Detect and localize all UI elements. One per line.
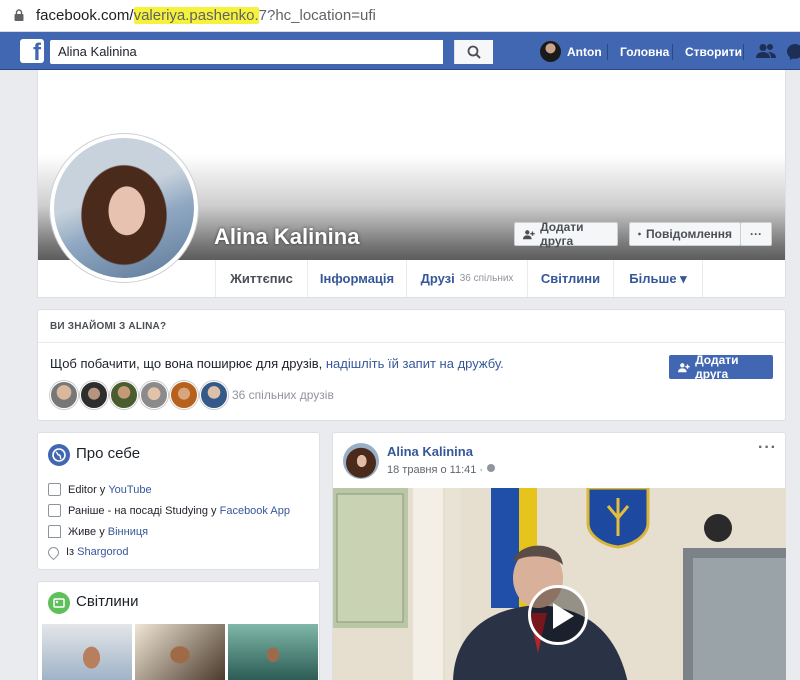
- nav-divider: [672, 44, 673, 60]
- globe-icon: [48, 444, 70, 466]
- briefcase-icon: [48, 504, 61, 517]
- tab-friends-label: Друзі: [420, 271, 455, 286]
- intro-item-link[interactable]: Facebook App: [220, 505, 290, 517]
- mutual-friend-avatar[interactable]: [140, 381, 168, 409]
- browser-address-bar[interactable]: facebook.com/valeriya.pashenko.7?hc_loca…: [0, 0, 800, 32]
- intro-item-link[interactable]: Вінниця: [108, 526, 148, 538]
- mutual-friend-avatar[interactable]: [170, 381, 198, 409]
- know-text: Щоб побачити, що вона поширює для друзів…: [50, 356, 504, 371]
- tab-photos-label: Світлини: [540, 271, 601, 286]
- intro-item-text: Раніше - на посаді Studying у: [68, 504, 220, 517]
- search-value: Alina Kalinina: [58, 44, 137, 59]
- nav-divider: [607, 44, 608, 60]
- nav-create-link[interactable]: Створити: [685, 45, 742, 59]
- intro-item-previous-work: Раніше - на посаді Studying у Facebook A…: [48, 504, 290, 517]
- post-video[interactable]: [333, 488, 786, 680]
- photos-icon: [48, 592, 70, 614]
- tab-friends[interactable]: Друзі 36 спільних: [406, 260, 527, 297]
- facebook-header: f Alina Kalinina Anton Головна Створити: [0, 32, 800, 70]
- profile-picture[interactable]: [50, 134, 198, 282]
- tab-about-label: Інформація: [319, 271, 395, 286]
- photo-thumbnail[interactable]: [42, 624, 132, 680]
- tab-friends-mutual-count: 36 спільних: [459, 273, 514, 284]
- know-card: ВИ ЗНАЙОМІ З ALINA? Щоб побачити, що вон…: [37, 309, 786, 421]
- tab-more[interactable]: Більше ▾: [613, 260, 703, 297]
- post-time-text: 18 травня о 11:41 ·: [387, 464, 487, 476]
- tab-timeline[interactable]: Життєпис: [215, 260, 307, 297]
- intro-item-lives-in: Живе у Вінниця: [48, 525, 148, 538]
- url-rest: 7?hc_location=ufi: [258, 7, 376, 24]
- send-request-link[interactable]: надішліть їй запит на дружбу.: [326, 356, 504, 371]
- divider: [38, 342, 785, 343]
- url-host: facebook.com/: [36, 7, 134, 24]
- messenger-icon: [638, 232, 641, 236]
- photo-thumbnail[interactable]: [228, 624, 318, 680]
- intro-item-text: Editor у: [68, 483, 109, 496]
- globe-icon: [487, 464, 496, 472]
- search-icon: [467, 45, 481, 59]
- lock-icon: [14, 9, 24, 21]
- know-add-friend-button[interactable]: Додати друга: [669, 353, 773, 381]
- profile-more-button[interactable]: ···: [740, 222, 772, 246]
- mutual-friends-count[interactable]: 36 спільних друзів: [232, 388, 334, 402]
- message-label: Повідомлення: [646, 227, 732, 241]
- avatar[interactable]: [343, 443, 379, 479]
- mutual-friend-avatar[interactable]: [50, 381, 78, 409]
- tab-photos[interactable]: Світлини: [527, 260, 613, 297]
- nav-divider: [743, 44, 744, 60]
- search-button[interactable]: [454, 40, 493, 64]
- facebook-logo-icon[interactable]: f: [20, 39, 44, 65]
- tab-more-label: Більше ▾: [629, 270, 687, 286]
- briefcase-icon: [48, 483, 61, 496]
- know-heading: ВИ ЗНАЙОМІ З ALINA?: [50, 321, 167, 332]
- nav-home-link[interactable]: Головна: [620, 45, 669, 59]
- photos-title[interactable]: Світлини: [76, 593, 138, 610]
- mutual-friend-avatar[interactable]: [110, 381, 138, 409]
- intro-title: Про себе: [76, 445, 141, 462]
- post-card: Alina Kalinina 18 травня о 11:41 · ···: [332, 432, 786, 680]
- messenger-icon[interactable]: [786, 43, 800, 61]
- add-friend-icon: [523, 229, 535, 239]
- post-more-button[interactable]: ···: [758, 439, 777, 457]
- intro-item-link[interactable]: Shargorod: [77, 546, 128, 558]
- post-author[interactable]: Alina Kalinina: [387, 444, 473, 459]
- url-highlight: valeriya.pashenko.: [133, 7, 259, 24]
- intro-item-link[interactable]: YouTube: [108, 484, 151, 496]
- photo-thumbnail[interactable]: [135, 624, 225, 680]
- search-input[interactable]: Alina Kalinina: [50, 40, 493, 64]
- intro-item-from: Із Shargorod: [45, 544, 129, 560]
- video-frame: [333, 488, 786, 680]
- intro-card: Про себе Editor у YouTube Раніше - на по…: [37, 432, 320, 570]
- mutual-friend-avatar[interactable]: [200, 381, 228, 409]
- location-pin-icon: [45, 544, 62, 560]
- tab-timeline-label: Життєпис: [230, 271, 293, 286]
- play-button-icon[interactable]: [528, 585, 588, 645]
- avatar: [540, 41, 561, 62]
- message-button[interactable]: Повідомлення: [629, 222, 741, 246]
- friend-requests-icon[interactable]: [756, 43, 776, 59]
- know-text-prefix: Щоб побачити, що вона поширює для друзів…: [50, 356, 326, 371]
- post-timestamp[interactable]: 18 травня о 11:41 ·: [387, 463, 496, 476]
- url-text[interactable]: facebook.com/valeriya.pashenko.7?hc_loca…: [36, 7, 376, 24]
- intro-item-text: Із: [66, 546, 78, 558]
- nav-user-name: Anton: [567, 45, 602, 59]
- home-icon: [48, 525, 61, 538]
- mutual-friend-avatar[interactable]: [80, 381, 108, 409]
- add-friend-icon: [678, 362, 690, 372]
- add-friend-label: Додати друга: [540, 220, 584, 248]
- add-friend-button[interactable]: Додати друга: [514, 220, 618, 248]
- more-dots-icon: ···: [750, 227, 762, 241]
- intro-item-text: Живе у: [68, 525, 108, 538]
- tab-about[interactable]: Інформація: [307, 260, 406, 297]
- intro-item-work: Editor у YouTube: [48, 483, 152, 496]
- know-add-friend-label: Додати друга: [695, 353, 739, 381]
- profile-name[interactable]: Alina Kalinina: [214, 224, 359, 250]
- photos-card: Світлини: [37, 581, 320, 680]
